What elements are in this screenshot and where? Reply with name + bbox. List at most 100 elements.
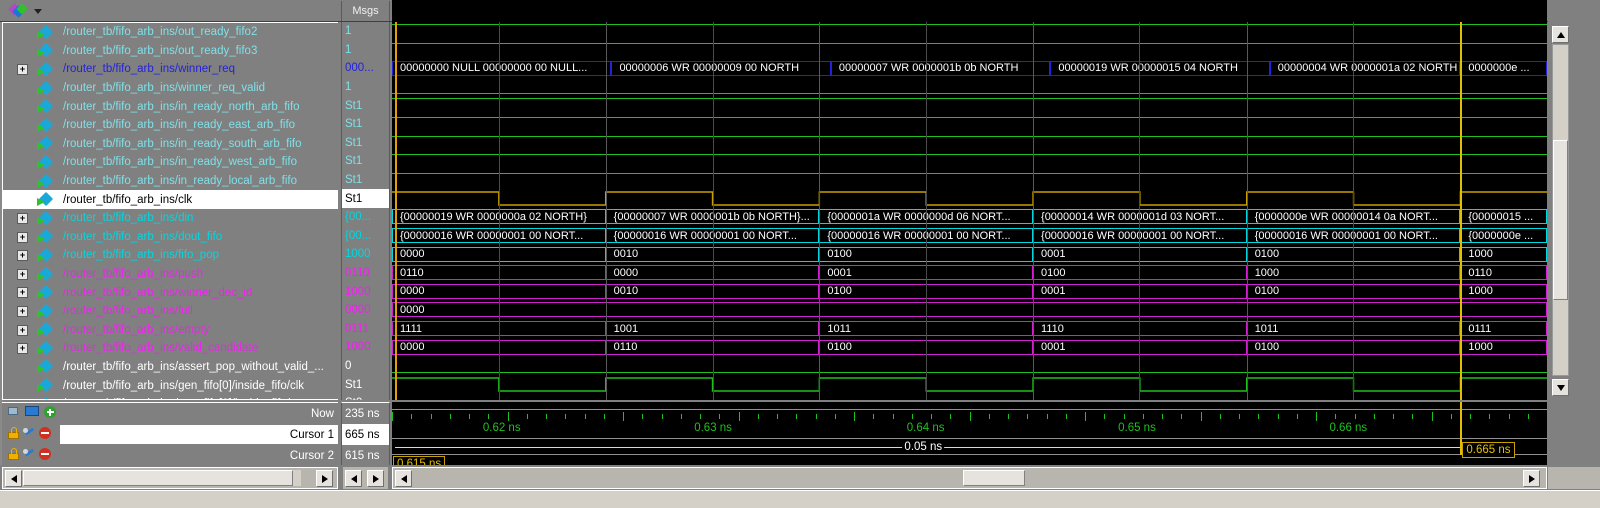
wave-vertical-scrollbar[interactable] — [1548, 22, 1600, 400]
screen-icon[interactable] — [25, 406, 40, 418]
lock-icon[interactable] — [8, 427, 19, 439]
signal-names-panel[interactable]: /router_tb/fifo_arb_ins/out_ready_fifo2 /… — [2, 22, 338, 400]
wave-prev-button[interactable] — [345, 470, 362, 487]
wave-scroll-left-button[interactable] — [395, 470, 412, 487]
wave-row[interactable] — [392, 78, 1547, 97]
wave-hscroll-thumb[interactable] — [963, 470, 1025, 486]
signal-row[interactable]: + /router_tb/fifo_arb_ins/winner_dec_id — [3, 283, 338, 302]
cursor-2-marker[interactable] — [395, 22, 398, 400]
wave-row[interactable] — [392, 96, 1547, 115]
wave-horizontal-scrollbar[interactable] — [392, 467, 1547, 489]
bus-value-segment: 00000004 WR 0000001a 02 NORTH — [1269, 60, 1461, 76]
wave-row[interactable] — [392, 375, 1547, 394]
signal-row[interactable]: /router_tb/fifo_arb_ins/in_ready_local_a… — [3, 172, 338, 191]
wave-row[interactable]: {00000019 WR 0000000a 02 NORTH} {00000007… — [392, 208, 1547, 227]
vscroll-thumb[interactable] — [1553, 140, 1568, 300]
cursor-row[interactable]: Now — [2, 403, 338, 424]
timeline-ruler[interactable]: 0.62 ns 0.63 ns 0.64 ns 0.65 ns 0.66 ns 0.05 … — [392, 402, 1547, 465]
chevron-down-icon[interactable] — [34, 8, 42, 14]
cursor-list-panel[interactable]: Now Cursor 1 Cursor 2 — [2, 402, 338, 465]
wave-row[interactable] — [392, 115, 1547, 134]
scroll-down-button[interactable] — [1552, 379, 1569, 396]
signal-row[interactable]: + /router_tb/fifo_arb_ins/fifo_pop — [3, 246, 338, 265]
signal-row[interactable]: /router_tb/fifo_arb_ins/gen_fifo[0]/insi… — [3, 376, 338, 395]
cursor-values-panel[interactable]: 235 ns 665 ns 615 ns — [341, 402, 390, 465]
signal-row[interactable]: /router_tb/fifo_arb_ins/winner_req_valid — [3, 79, 338, 98]
signal-row[interactable]: /router_tb/fifo_arb_ins/in_ready_north_a… — [3, 97, 338, 116]
ruler-tick — [526, 414, 528, 419]
expand-signal-button[interactable]: + — [17, 268, 28, 280]
wave-row[interactable]: 0000 0010 0100 0001 0100 1000 — [392, 245, 1547, 264]
wave-logo-cell[interactable] — [2, 1, 338, 21]
names-horizontal-scrollbar[interactable] — [2, 467, 338, 489]
lock-icon[interactable] — [8, 448, 19, 460]
signal-value-cell: 1 — [342, 78, 389, 97]
waveform-canvas[interactable]: 00000000 NULL 00000000 00 NULL... 0000000… — [392, 22, 1547, 400]
signal-row[interactable]: /router_tb/fifo_arb_ins/out_ready_fifo3 — [3, 42, 338, 61]
wave-row[interactable] — [392, 394, 1547, 400]
signal-row[interactable]: /router_tb/fifo_arb_ins/in_ready_east_ar… — [3, 116, 338, 135]
clock-signal-icon — [37, 396, 57, 399]
expand-signal-button[interactable]: + — [17, 250, 28, 262]
wrench-icon[interactable] — [23, 448, 35, 460]
wave-nav-buttons[interactable] — [343, 467, 388, 489]
cursor-row[interactable]: Cursor 1 — [2, 424, 338, 445]
wave-scroll-right-button[interactable] — [1523, 470, 1540, 487]
signal-row[interactable]: /router_tb/fifo_arb_ins/gen_fifo[0]/insi… — [3, 395, 338, 399]
signal-row[interactable]: + /router_tb/fifo_arb_ins/full — [3, 302, 338, 321]
cursor-row[interactable]: Cursor 2 — [2, 445, 338, 466]
wave-row[interactable]: 00000000 NULL 00000000 00 NULL... 0000000… — [392, 59, 1547, 78]
signal-row[interactable]: + /router_tb/fifo_arb_ins/empty — [3, 321, 338, 340]
wave-row[interactable]: 0110 0000 0001 0100 1000 0110 — [392, 264, 1547, 283]
wave-row[interactable] — [392, 22, 1547, 41]
wave-row[interactable] — [392, 41, 1547, 60]
signal-row[interactable]: + /router_tb/fifo_arb_ins/push — [3, 265, 338, 284]
wave-gridline-minor — [713, 22, 715, 400]
wrench-icon[interactable] — [23, 427, 35, 439]
scroll-up-button[interactable] — [1552, 26, 1569, 43]
wave-row[interactable] — [392, 134, 1547, 153]
cursor-1-time-flag[interactable]: 0.665 ns — [1462, 442, 1515, 458]
wave-row[interactable]: 0000 0110 0100 0001 0100 1000 — [392, 338, 1547, 357]
delete-icon[interactable] — [39, 448, 51, 460]
wave-row[interactable] — [392, 152, 1547, 171]
wave-row[interactable]: 1111 1001 1011 1110 1011 0111 — [392, 320, 1547, 339]
wave-row[interactable] — [392, 357, 1547, 376]
wave-row[interactable] — [392, 189, 1547, 208]
signal-row[interactable]: + /router_tb/fifo_arb_ins/winner_req — [3, 60, 338, 79]
expand-signal-button[interactable]: + — [17, 343, 28, 355]
wave-row[interactable]: {00000016 WR 00000001 00 NORT... {0000001… — [392, 227, 1547, 246]
add-cursor-icon[interactable] — [44, 406, 56, 418]
names-scroll-right-button[interactable] — [316, 470, 333, 487]
expand-signal-button[interactable]: + — [17, 212, 28, 224]
wave-row[interactable]: 0000 — [392, 301, 1547, 320]
signal-row[interactable]: /router_tb/fifo_arb_ins/in_ready_south_a… — [3, 135, 338, 154]
cursor-2-time-flag[interactable]: 0.615 ns — [393, 456, 446, 465]
wave-row[interactable]: 0000 0010 0100 0001 0100 1000 — [392, 282, 1547, 301]
wave-next-button[interactable] — [367, 470, 384, 487]
signal-row[interactable]: /router_tb/fifo_arb_ins/out_ready_fifo2 — [3, 23, 338, 42]
monitor-icon[interactable] — [8, 406, 21, 418]
expand-signal-button[interactable]: + — [17, 231, 28, 243]
names-scroll-left-button[interactable] — [5, 470, 22, 487]
cursor-1-marker[interactable] — [1460, 22, 1463, 400]
delete-icon[interactable] — [39, 427, 51, 439]
expand-signal-button[interactable]: + — [17, 305, 28, 317]
signal-row[interactable]: + /router_tb/fifo_arb_ins/valid_candidate — [3, 339, 338, 358]
wave-row[interactable] — [392, 171, 1547, 190]
signal-row[interactable]: + /router_tb/fifo_arb_ins/din — [3, 209, 338, 228]
msgs-column-header[interactable]: Msgs — [341, 1, 390, 21]
names-hscroll-thumb[interactable] — [23, 470, 293, 486]
expand-signal-button[interactable]: + — [17, 324, 28, 336]
signal-values-panel[interactable]: 1 1 000... 1 St1 St1 St1 St1 St1 St1 {00... {00... 1… — [341, 22, 390, 400]
signal-row[interactable]: /router_tb/fifo_arb_ins/clk — [3, 190, 338, 209]
input-bus-icon — [37, 340, 57, 355]
signal-row[interactable]: /router_tb/fifo_arb_ins/in_ready_west_ar… — [3, 153, 338, 172]
expand-signal-button[interactable]: + — [17, 287, 28, 299]
cursor-label: Cursor 2 — [289, 449, 334, 462]
signal-row[interactable]: + /router_tb/fifo_arb_ins/dout_fifo — [3, 228, 338, 247]
signal-value-cell: {00... — [342, 208, 389, 227]
signal-row[interactable]: /router_tb/fifo_arb_ins/assert_pop_witho… — [3, 358, 338, 377]
ruler-tick — [1412, 414, 1414, 419]
expand-signal-button[interactable]: + — [17, 64, 28, 76]
